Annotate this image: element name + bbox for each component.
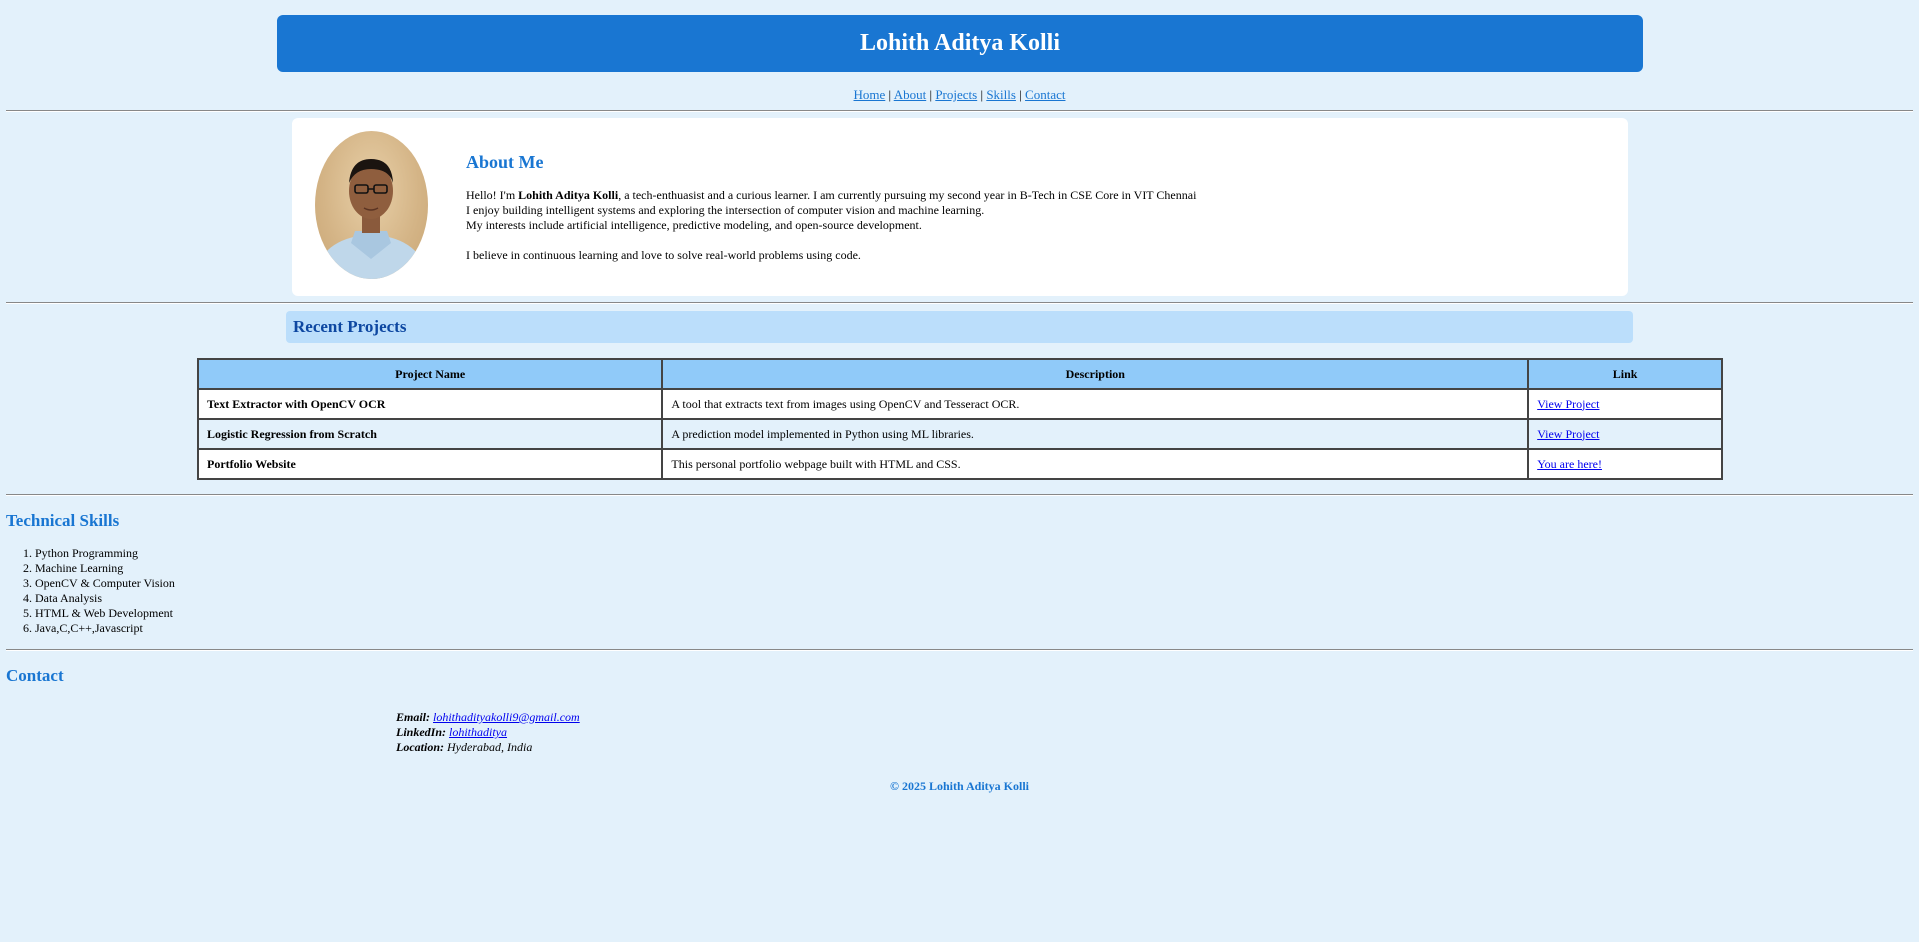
projects-heading: Recent Projects: [293, 317, 407, 336]
list-item: Python Programming: [35, 546, 175, 561]
project-description: This personal portfolio webpage built wi…: [661, 448, 1530, 480]
linkedin-link[interactable]: lohithaditya: [449, 725, 507, 739]
divider: [6, 110, 1913, 112]
site-header: Lohith Aditya Kolli: [277, 15, 1643, 72]
column-header: Description: [661, 358, 1530, 390]
list-item: Java,C,C++,Javascript: [35, 621, 175, 636]
list-item: Data Analysis: [35, 591, 175, 606]
site-title: Lohith Aditya Kolli: [859, 30, 1061, 56]
project-description: A prediction model implemented in Python…: [661, 418, 1530, 450]
person-portrait-icon: [319, 159, 423, 279]
nav-link-skills[interactable]: Skills: [986, 87, 1016, 102]
nav-separator: |: [929, 87, 933, 102]
about-line: I enjoy building intelligent systems and…: [466, 203, 985, 217]
table-row: Text Extractor with OpenCV OCR A tool th…: [196, 388, 1723, 420]
project-description: A tool that extracts text from images us…: [661, 388, 1530, 420]
nav-separator: |: [980, 87, 984, 102]
contact-details: Email: lohithadityakolli9@gmail.com Link…: [396, 710, 580, 755]
about-line: I believe in continuous learning and lov…: [466, 248, 861, 262]
footer-copyright: © 2025 Lohith Aditya Kolli: [890, 779, 1029, 793]
nav-separator: |: [888, 87, 892, 102]
contact-heading: Contact: [6, 666, 64, 685]
about-section: About Me Hello! I'm Lohith Aditya Kolli,…: [292, 118, 1628, 296]
table-row: Logistic Regression from Scratch A predi…: [196, 418, 1723, 450]
skills-heading: Technical Skills: [6, 511, 120, 530]
nav-link-about[interactable]: About: [894, 87, 927, 102]
list-item: OpenCV & Computer Vision: [35, 576, 175, 591]
email-link[interactable]: lohithadityakolli9@gmail.com: [433, 710, 580, 724]
project-link[interactable]: You are here!: [1537, 457, 1602, 471]
project-link[interactable]: View Project: [1537, 427, 1599, 441]
divider: [6, 302, 1913, 304]
projects-heading-bar: Recent Projects: [286, 311, 1633, 343]
main-nav: Home | About | Projects | Skills | Conta…: [0, 87, 1919, 103]
nav-separator: |: [1019, 87, 1022, 102]
table-row: Portfolio Website This personal portfoli…: [196, 448, 1723, 480]
column-header: Link: [1527, 358, 1723, 390]
location-label: Location:: [396, 740, 444, 754]
table-header-row: Project Name Description Link: [196, 358, 1723, 390]
project-link[interactable]: View Project: [1537, 397, 1599, 411]
divider: [6, 494, 1913, 496]
about-description: Hello! I'm Lohith Aditya Kolli, a tech-e…: [466, 188, 1566, 263]
linkedin-label: LinkedIn:: [396, 725, 447, 739]
profile-photo: [315, 131, 428, 279]
nav-link-contact[interactable]: Contact: [1025, 87, 1065, 102]
nav-link-projects[interactable]: Projects: [935, 87, 977, 102]
location-value: Hyderabad, India: [447, 740, 533, 754]
skills-list: Python Programming Machine Learning Open…: [14, 546, 175, 636]
about-name: Lohith Aditya Kolli: [518, 188, 619, 202]
project-name: Text Extractor with OpenCV OCR: [196, 388, 664, 420]
project-name: Logistic Regression from Scratch: [196, 418, 664, 450]
list-item: Machine Learning: [35, 561, 175, 576]
about-line: My interests include artificial intellig…: [466, 218, 922, 232]
project-name: Portfolio Website: [196, 448, 664, 480]
email-label: Email:: [396, 710, 431, 724]
about-heading: About Me: [466, 152, 544, 172]
list-item: HTML & Web Development: [35, 606, 175, 621]
column-header: Project Name: [196, 358, 664, 390]
projects-table: Project Name Description Link Text Extra…: [196, 358, 1723, 480]
divider: [6, 649, 1913, 651]
nav-link-home[interactable]: Home: [854, 87, 886, 102]
